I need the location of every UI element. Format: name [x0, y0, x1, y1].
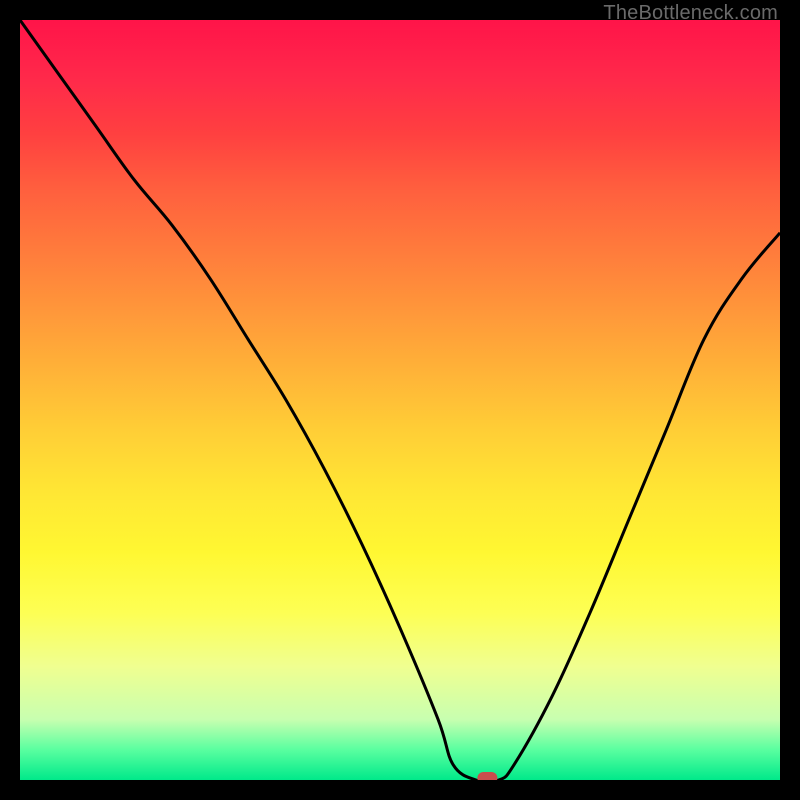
- plot-area: [20, 20, 780, 780]
- chart-container: TheBottleneck.com: [0, 0, 800, 800]
- min-marker: [477, 772, 497, 780]
- curve-path: [20, 20, 780, 780]
- plot-svg: [20, 20, 780, 780]
